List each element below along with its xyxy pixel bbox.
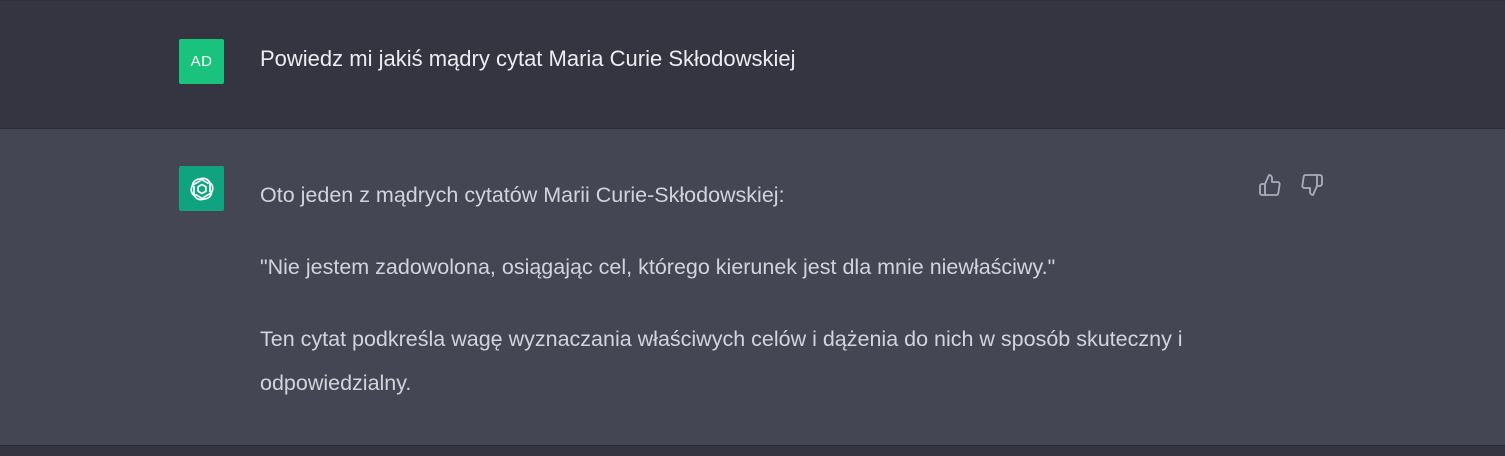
assistant-paragraph-explanation: Ten cytat podkreśla wagę wyznaczania wła…	[260, 327, 1183, 395]
thumbs-up-icon	[1259, 174, 1281, 196]
thumbs-down-button[interactable]	[1298, 171, 1326, 199]
user-message-text: Powiedz mi jakiś mądry cytat Maria Curie…	[260, 46, 796, 71]
chat-page: AD Powiedz mi jakiś mądry cytat Maria Cu…	[0, 0, 1505, 456]
assistant-message-row: Oto jeden z mądrych cytatów Marii Curie-…	[0, 128, 1505, 446]
assistant-message-text: Oto jeden z mądrych cytatów Marii Curie-…	[260, 173, 1210, 405]
assistant-paragraph-quote: "Nie jestem zadowolona, osiągając cel, k…	[260, 255, 1056, 279]
assistant-paragraph-intro: Oto jeden z mądrych cytatów Marii Curie-…	[260, 183, 785, 207]
openai-logo-icon	[189, 177, 214, 200]
bottom-divider	[0, 446, 1505, 456]
assistant-avatar	[179, 166, 224, 211]
thumbs-down-icon	[1301, 174, 1323, 196]
user-avatar-initials: AD	[190, 53, 213, 70]
user-avatar: AD	[179, 39, 224, 84]
user-message-row: AD Powiedz mi jakiś mądry cytat Maria Cu…	[0, 0, 1505, 128]
thumbs-up-button[interactable]	[1256, 171, 1284, 199]
